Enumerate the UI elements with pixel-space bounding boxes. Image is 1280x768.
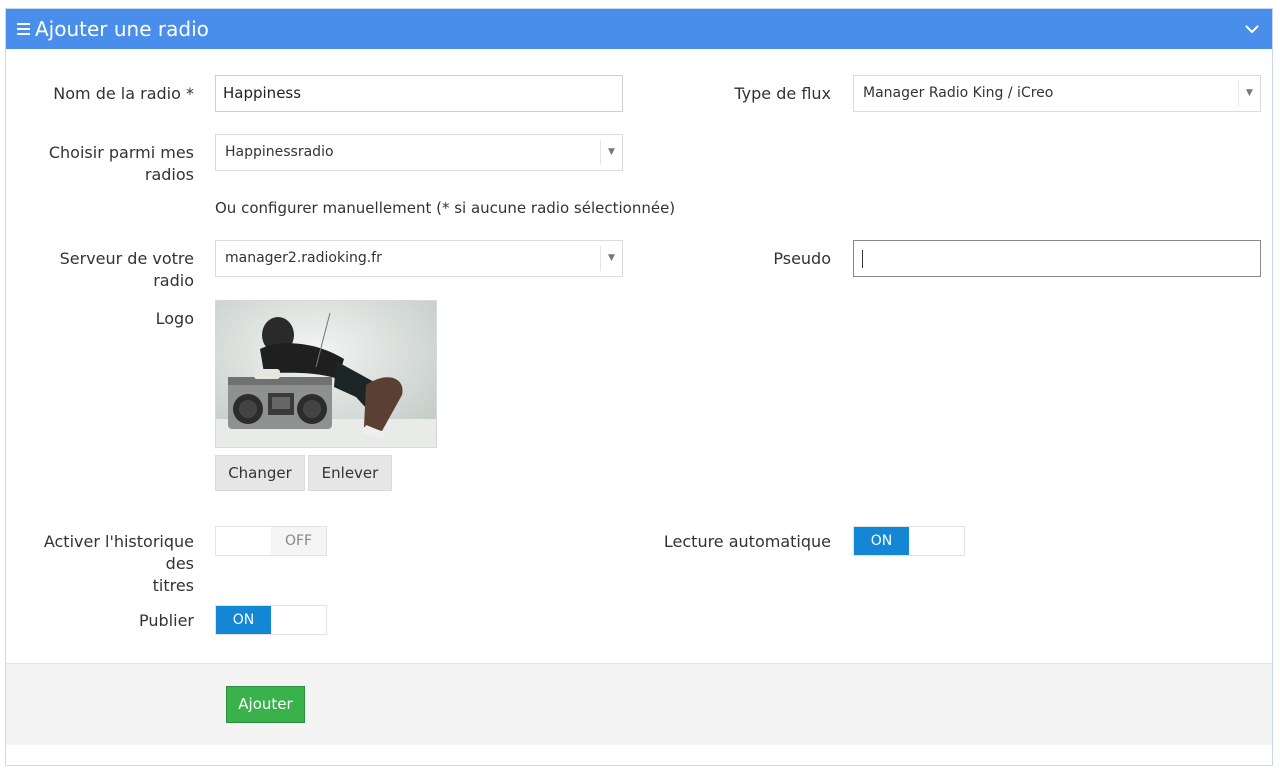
autoplay-toggle[interactable]: ON	[853, 526, 965, 556]
chevron-down-icon[interactable]	[1244, 21, 1260, 37]
remove-logo-button[interactable]: Enlever	[308, 455, 392, 491]
dropdown-arrow-icon: ▼	[600, 246, 622, 271]
stream-type-select[interactable]: Manager Radio King / iCreo ▼	[853, 75, 1261, 112]
choose-radio-select[interactable]: Happinessradio ▼	[215, 134, 623, 171]
pseudo-input[interactable]	[853, 240, 1261, 277]
stream-type-label: Type de flux	[734, 84, 831, 103]
publish-toggle-state: ON	[216, 606, 271, 634]
autoplay-label: Lecture automatique	[663, 532, 831, 551]
logo-label: Logo	[155, 309, 194, 328]
autoplay-toggle-state: ON	[854, 527, 909, 555]
server-select[interactable]: manager2.radioking.fr ▼	[215, 240, 623, 277]
history-label-line1: Activer l'historique des	[43, 532, 194, 573]
panel-header[interactable]: Ajouter une radio	[6, 9, 1272, 49]
panel-title: Ajouter une radio	[35, 17, 209, 41]
history-toggle-state: OFF	[271, 527, 326, 555]
form-footer: Ajouter	[6, 663, 1272, 745]
pseudo-label: Pseudo	[773, 249, 831, 268]
logo-image	[215, 300, 437, 448]
choose-radio-label-line2: radios	[144, 165, 194, 184]
history-label: Activer l'historique des titres	[16, 531, 194, 597]
manual-config-hint: Ou configurer manuellement (* si aucune …	[215, 199, 676, 217]
hamburger-icon	[17, 23, 30, 35]
logo-photo	[216, 301, 436, 447]
text-caret	[862, 250, 863, 268]
submit-button[interactable]: Ajouter	[226, 686, 305, 723]
publish-toggle[interactable]: ON	[215, 605, 327, 635]
publish-label: Publier	[139, 611, 194, 630]
radio-name-label: Nom de la radio *	[53, 84, 194, 103]
choose-radio-label: Choisir parmi mes radios	[26, 142, 194, 186]
history-toggle[interactable]: OFF	[215, 526, 327, 556]
dropdown-arrow-icon: ▼	[600, 140, 622, 165]
stream-type-value: Manager Radio King / iCreo	[863, 85, 1054, 101]
server-value: manager2.radioking.fr	[225, 250, 382, 266]
add-radio-panel: Ajouter une radio Nom de la radio * Happ…	[5, 8, 1273, 766]
change-logo-button[interactable]: Changer	[215, 455, 305, 491]
choose-radio-value: Happinessradio	[225, 144, 334, 160]
choose-radio-label-line1: Choisir parmi mes	[48, 143, 194, 162]
radio-name-input[interactable]: Happiness	[215, 75, 623, 112]
server-label: Serveur de votre radio	[59, 249, 194, 290]
history-label-line2: titres	[152, 576, 194, 595]
dropdown-arrow-icon: ▼	[1238, 81, 1260, 106]
